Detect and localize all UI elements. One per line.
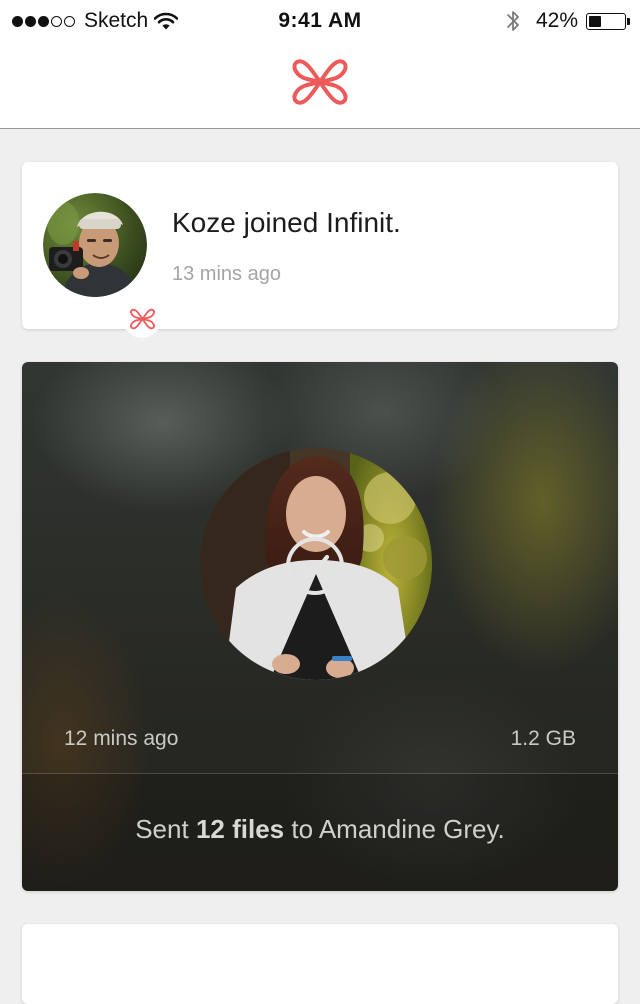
status-right: 42% <box>506 8 630 34</box>
avatar-badge <box>123 300 161 338</box>
navigation-bar <box>0 40 640 129</box>
checkmark-icon <box>286 537 344 595</box>
file-count: 12 files <box>195 814 285 844</box>
event-timestamp: 13 mins ago <box>172 263 281 285</box>
message-middle: to <box>291 814 314 844</box>
transfer-timestamp: 12 mins ago <box>64 727 179 750</box>
activity-card-transfer[interactable]: 12 mins ago 1.2 GB Sent 12 files to Aman… <box>22 362 618 891</box>
activity-card-next[interactable] <box>22 924 618 1004</box>
infinit-logo-icon <box>129 306 156 332</box>
activity-card-joined[interactable]: Koze joined Infinit. 13 mins ago <box>22 162 618 338</box>
battery-percentage: 42% <box>535 9 578 32</box>
user-avatar-container[interactable] <box>43 193 161 338</box>
status-bar: Sketch 9:41 AM 42% <box>0 0 640 40</box>
user-avatar[interactable] <box>43 193 147 297</box>
battery-cap <box>627 17 630 25</box>
transfer-size: 1.2 GB <box>510 727 576 750</box>
event-title: Koze joined Infinit. <box>172 207 401 238</box>
battery-icon <box>586 12 626 30</box>
infinit-logo-icon[interactable] <box>290 54 350 110</box>
bluetooth-icon <box>507 11 519 31</box>
message-prefix: Sent <box>135 814 189 844</box>
recipient-name[interactable]: Amandine Grey. <box>319 814 505 844</box>
transfer-message: Sent 12 files to Amandine Grey. <box>22 814 618 845</box>
battery-level <box>589 15 601 27</box>
